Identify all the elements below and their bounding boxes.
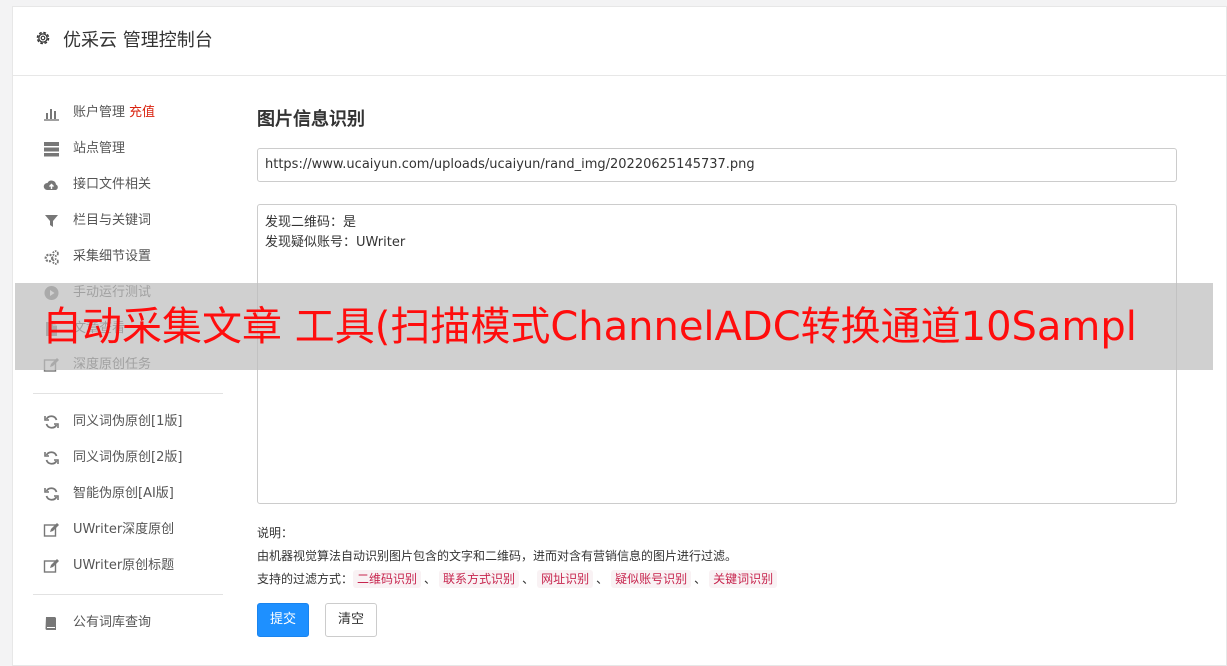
sidebar-item-text: UWriter原创标题: [73, 558, 175, 573]
sidebar-item-label: 公有词库查询: [73, 605, 151, 641]
cloud-upload-icon: [43, 180, 58, 190]
page-header: 优采云 管理控制台: [13, 7, 1226, 76]
filter-icon: [45, 215, 58, 227]
filter-separator: 、: [694, 572, 707, 586]
page-title: 优采云 管理控制台: [63, 30, 213, 51]
sidebar-item-label: 栏目与关键词: [73, 203, 151, 239]
refresh-icon: [44, 415, 59, 429]
refresh-icon: [44, 451, 59, 465]
refresh-icon: [44, 487, 59, 501]
sidebar-item-label: 采集细节设置: [73, 239, 151, 275]
section-title: 图片信息识别: [257, 109, 365, 130]
sidebar-item[interactable]: 账户管理 充值: [33, 95, 223, 131]
notes: 说明： 由机器视觉算法自动识别图片包含的文字和二维码，进而对含有营销信息的图片进…: [257, 522, 778, 591]
sidebar-item-text: 账户管理: [73, 105, 126, 120]
gear-icon: [36, 31, 50, 45]
sidebar-item-text: 公有词库查询: [73, 615, 152, 630]
cogs-icon: [44, 250, 59, 265]
result-line: 发现二维码：是: [265, 215, 357, 230]
sidebar-item[interactable]: UWriter深度原创: [33, 512, 223, 548]
sidebar-item-label: 智能伪原创[AI版]: [73, 476, 174, 512]
sidebar-item-text: UWriter深度原创: [73, 522, 175, 537]
clear-button[interactable]: 清空: [325, 603, 378, 637]
result-line: 发现疑似账号：UWriter: [265, 235, 406, 250]
submit-button[interactable]: 提交: [257, 603, 310, 637]
edit-icon: [43, 523, 59, 537]
sidebar-item[interactable]: 同义词伪原创[1版]: [33, 404, 223, 440]
sidebar-item-text: 采集细节设置: [73, 249, 152, 264]
main-content: 图片信息识别 https://www.ucaiyun.com/uploads/u…: [257, 107, 1177, 637]
recharge-link[interactable]: 充值: [129, 105, 155, 120]
filter-chip: 网址识别: [537, 570, 594, 588]
notes-description: 由机器视觉算法自动识别图片包含的文字和二维码，进而对含有营销信息的图片进行过滤。: [257, 549, 738, 563]
edit-icon: [43, 559, 59, 573]
filter-separator: 、: [522, 572, 535, 586]
watermark-banner: 自动采集文章 工具(扫描模式ChannelADC转换通道10Sampl: [15, 283, 1213, 370]
sidebar-item[interactable]: 接口文件相关: [33, 167, 223, 203]
filter-chip: 二维码识别: [353, 570, 422, 588]
sidebar-item[interactable]: 公有词库查询: [33, 605, 223, 641]
sidebar-item-label: 同义词伪原创[2版]: [73, 440, 182, 476]
sidebar-item[interactable]: 采集细节设置: [33, 239, 223, 275]
sidebar-item-text: 栏目与关键词: [73, 213, 152, 228]
bar-chart-icon: [44, 109, 59, 121]
sidebar-item[interactable]: 站点管理: [33, 131, 223, 167]
sidebar-item-label: 接口文件相关: [73, 167, 151, 203]
filters-label: 支持的过滤方式：: [257, 572, 354, 586]
watermark-text: 自动采集文章 工具(扫描模式ChannelADC转换通道10Sampl: [42, 304, 1137, 350]
image-url-input[interactable]: https://www.ucaiyun.com/uploads/ucaiyun/…: [257, 148, 1177, 182]
sidebar-item[interactable]: 同义词伪原创[2版]: [33, 440, 223, 476]
sidebar-item-label: UWriter原创标题: [73, 548, 174, 584]
filter-chip: 联系方式识别: [439, 570, 520, 588]
sidebar-item-text: 接口文件相关: [73, 177, 152, 192]
sidebar-item-label: UWriter深度原创: [73, 512, 174, 548]
sidebar-item-label: 同义词伪原创[1版]: [73, 404, 182, 440]
sidebar-item[interactable]: UWriter原创标题: [33, 548, 223, 584]
filter-list: 支持的过滤方式： 二维码识别、联系方式识别、网址识别、疑似账号识别、关键词识别: [257, 568, 778, 591]
sidebar-item[interactable]: 栏目与关键词: [33, 203, 223, 239]
sidebar-item-text: 同义词伪原创[2版]: [73, 450, 183, 465]
sidebar-item-label: 站点管理: [73, 131, 125, 167]
filter-separator: 、: [596, 572, 609, 586]
sidebar-item-text: 智能伪原创[AI版]: [73, 486, 174, 501]
book-icon: [45, 617, 56, 630]
sidebar-item-text: 站点管理: [73, 141, 126, 156]
notes-label: 说明：: [257, 526, 294, 540]
sidebar-divider: [33, 594, 223, 595]
sidebar-item-label: 账户管理 充值: [73, 95, 155, 131]
sidebar-divider: [33, 393, 223, 394]
filter-chip: 关键词识别: [709, 570, 778, 588]
filter-separator: 、: [424, 572, 437, 586]
server-icon: [44, 142, 59, 157]
sidebar-item[interactable]: 智能伪原创[AI版]: [33, 476, 223, 512]
filter-chip: 疑似账号识别: [611, 570, 692, 588]
sidebar-item-text: 同义词伪原创[1版]: [73, 414, 183, 429]
